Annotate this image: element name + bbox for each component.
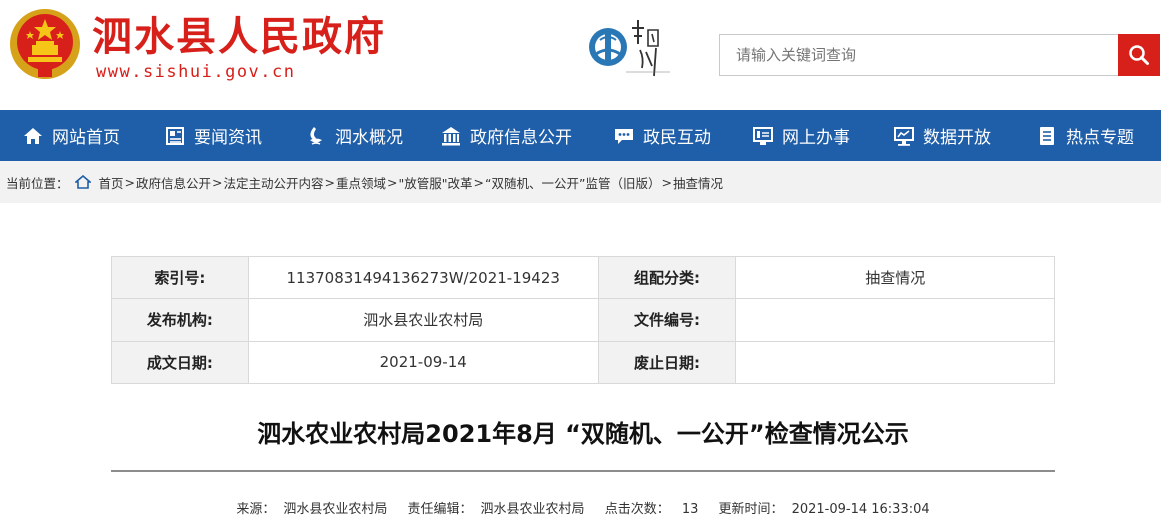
nav-label: 政府信息公开	[470, 128, 572, 148]
index-value: 11370831494136273W/2021-19423	[247, 255, 599, 300]
editor-label: 责任编辑：	[407, 502, 473, 517]
home-icon	[74, 175, 91, 189]
nav-item-overview[interactable]: 泗水概况	[305, 110, 403, 161]
search-input[interactable]	[719, 34, 1119, 76]
breadcrumb-link[interactable]: “双随机、一公开”监管（旧版）	[485, 173, 660, 192]
title-divider	[111, 470, 1055, 472]
data-icon	[894, 126, 914, 146]
topic-icon	[1040, 126, 1054, 145]
source-label: 来源：	[236, 502, 276, 517]
nav-item-online-service[interactable]: 网上办事	[752, 110, 850, 161]
news-icon	[166, 126, 184, 145]
site-header: 泗水县人民政府 www.sishui.gov.cn	[0, 0, 1161, 110]
article-meta: 来源： 泗水县农业农村局 责任编辑： 泗水县农业农村局 点击次数： 13 更新时间：…	[111, 498, 1055, 517]
nav-item-news[interactable]: 要闻资讯	[164, 110, 262, 161]
site-url[interactable]: www.sishui.gov.cn	[96, 62, 296, 82]
breadcrumb-prefix: 当前位置：	[6, 175, 69, 191]
water-icon	[310, 126, 322, 145]
chat-icon	[615, 128, 633, 144]
nav-item-hot-topics[interactable]: 热点专题	[1036, 110, 1134, 161]
doc-number-label: 文件编号:	[597, 298, 737, 342]
government-icon	[442, 126, 460, 145]
search-icon	[1129, 45, 1149, 65]
breadcrumb-link[interactable]: 首页	[99, 173, 124, 192]
home-icon	[24, 127, 42, 144]
editor-value: 泗水县农业农村局	[480, 502, 585, 517]
national-emblem-icon	[10, 9, 80, 79]
nav-item-interaction[interactable]: 政民互动	[613, 110, 711, 161]
breadcrumb-link[interactable]: 法定主动公开内容	[224, 173, 324, 192]
updated-label: 更新时间：	[718, 502, 784, 517]
nav-item-open-data[interactable]: 数据开放	[893, 110, 991, 161]
breadcrumb-current[interactable]: 抽查情况	[673, 173, 723, 192]
nav-label: 泗水概况	[335, 128, 403, 148]
expire-date-label: 废止日期:	[597, 340, 737, 384]
doc-number-value	[735, 298, 1055, 342]
breadcrumb-link[interactable]: 重点领域	[336, 173, 386, 192]
breadcrumb: 当前位置： 首页 > 政府信息公开 > 法定主动公开内容 > 重点领域 > "放管服"改…	[0, 161, 1161, 203]
service-icon	[753, 126, 773, 145]
category-label: 组配分类:	[597, 255, 737, 300]
breadcrumb-link[interactable]: 政府信息公开	[136, 173, 211, 192]
sishui-city-logo-icon	[589, 20, 670, 77]
table-row: 发布机构: 泗水县农业农村局 文件编号:	[111, 298, 1055, 342]
main-nav: 网站首页 要闻资讯 泗水概况 政府信息公开 政民互动 网上办事 数据开放 热点专…	[0, 110, 1161, 161]
article-title: 泗水农业农村局2021年8月 “双随机、一公开”检查情况公示	[257, 420, 909, 448]
expire-date-value	[735, 340, 1055, 384]
site-title[interactable]: 泗水县人民政府	[92, 14, 386, 60]
clicks-label: 点击次数：	[604, 502, 670, 517]
search-button[interactable]	[1118, 34, 1160, 76]
nav-label: 网站首页	[52, 128, 120, 148]
breadcrumb-link[interactable]: "放管服"改革	[399, 173, 473, 192]
document-info-table: 索引号: 11370831494136273W/2021-19423 组配分类:…	[111, 255, 1055, 384]
nav-label: 要闻资讯	[194, 128, 262, 148]
nav-item-gov-info[interactable]: 政府信息公开	[440, 110, 572, 161]
category-value: 抽查情况	[735, 255, 1055, 300]
date-label: 成文日期:	[111, 340, 249, 384]
publisher-label: 发布机构:	[111, 298, 249, 342]
nav-item-home[interactable]: 网站首页	[22, 110, 120, 161]
table-row: 索引号: 11370831494136273W/2021-19423 组配分类:…	[111, 255, 1055, 300]
updated-value: 2021-09-14 16:33:04	[791, 502, 930, 517]
nav-label: 数据开放	[923, 128, 991, 148]
source-value: 泗水县农业农村局	[283, 502, 388, 517]
date-value: 2021-09-14	[247, 340, 599, 384]
nav-label: 政民互动	[643, 128, 711, 148]
nav-label: 热点专题	[1066, 128, 1134, 148]
clicks-value: 13	[681, 502, 699, 517]
nav-label: 网上办事	[782, 128, 850, 148]
publisher-value: 泗水县农业农村局	[247, 298, 599, 342]
index-label: 索引号:	[111, 255, 249, 300]
table-row: 成文日期: 2021-09-14 废止日期:	[111, 340, 1055, 384]
